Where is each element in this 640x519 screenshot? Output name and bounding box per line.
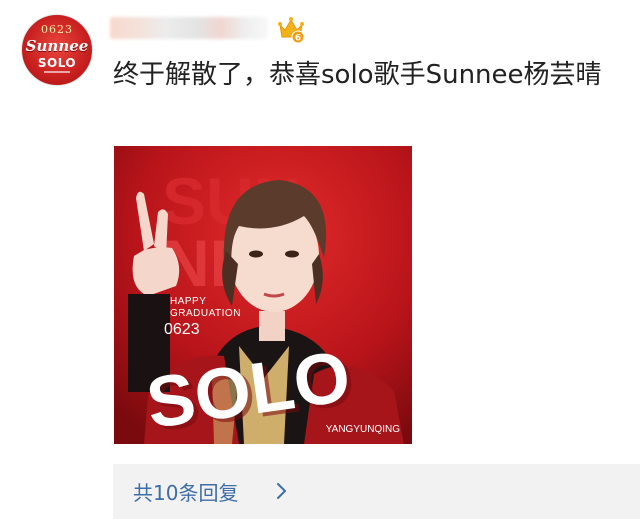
poster-date-text: 0623 — [164, 321, 200, 338]
user-avatar[interactable]: 0623 Sunnee SOLO — [21, 14, 93, 86]
avatar-date-text: 0623 — [41, 23, 73, 36]
username-blurred[interactable] — [110, 17, 268, 39]
chevron-right-icon[interactable] — [276, 482, 288, 500]
vip-crown-badge-icon[interactable]: 6 — [276, 13, 306, 43]
poster-name-text: YANGYUNQING — [326, 424, 400, 435]
comment-image[interactable]: SUN NEE HAPPY — [114, 146, 412, 444]
badge-level-text: 6 — [295, 34, 301, 44]
view-replies-link[interactable]: 共10条回复 — [133, 477, 238, 506]
poster-graduation-text: GRADUATION — [170, 308, 241, 319]
poster-happy-text: HAPPY — [170, 296, 206, 307]
replies-bar[interactable]: 共10条回复 — [113, 464, 640, 519]
avatar-solo-text: SOLO — [37, 56, 77, 70]
comment-text: 终于解散了，恭喜solo歌手Sunnee杨芸晴 — [113, 60, 602, 90]
avatar-underline — [44, 71, 70, 73]
weibo-comment-card: 0623 Sunnee SOLO 6 终于解散了，恭喜solo歌手Sunnee杨… — [0, 0, 640, 519]
avatar-name-text: Sunnee — [25, 37, 89, 55]
